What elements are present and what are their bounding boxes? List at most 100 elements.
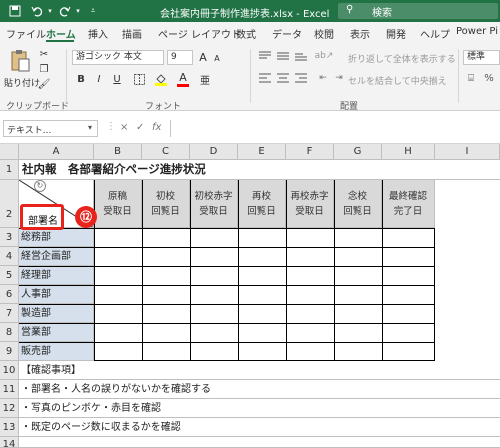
tab-home[interactable]: ホーム: [46, 26, 76, 41]
align-left-icon[interactable]: [258, 71, 272, 85]
select-all-corner[interactable]: [0, 144, 19, 160]
wrap-text-button[interactable]: 折り返して全体を表示する: [348, 52, 456, 65]
note-line[interactable]: 【確認事項】: [19, 361, 500, 380]
tab-data[interactable]: データ: [272, 26, 302, 41]
percent-icon[interactable]: %: [482, 71, 496, 85]
formula-bar: テキスト... ▾ ⋮ × ✓ fx: [0, 111, 500, 144]
tab-view[interactable]: 表示: [350, 26, 370, 41]
column-header[interactable]: C: [142, 144, 190, 160]
row-header[interactable]: 4: [0, 247, 19, 266]
underline-button[interactable]: U: [110, 71, 124, 87]
cancel-icon[interactable]: ×: [120, 122, 128, 133]
note-line[interactable]: ・既定のページ数に収まるかを確認: [19, 418, 500, 437]
align-middle-icon[interactable]: [276, 49, 290, 63]
clipboard-icon: [11, 50, 30, 72]
row-header[interactable]: 5: [0, 266, 19, 285]
textbox-text: 部署名: [28, 216, 58, 227]
row-header[interactable]: 2: [0, 180, 19, 228]
paste-button[interactable]: [6, 47, 34, 75]
align-bottom-icon[interactable]: [294, 49, 308, 63]
column-header[interactable]: H: [382, 144, 435, 160]
tab-draw[interactable]: 描画: [122, 26, 142, 41]
italic-button[interactable]: I: [92, 71, 106, 87]
formula-bar-grip-icon: ⋮: [106, 121, 116, 132]
border-icon[interactable]: [132, 71, 146, 87]
align-center-icon[interactable]: [276, 71, 290, 85]
column-header[interactable]: F: [286, 144, 334, 160]
group-divider: [66, 49, 67, 103]
insert-function-icon[interactable]: fx: [152, 122, 161, 133]
ribbon: 貼り付け ✂ ❐ 🖌 クリップボード 游ゴシック 本文 9 A A B I U …: [0, 43, 500, 112]
row-header[interactable]: 14: [0, 437, 19, 448]
sheet-title[interactable]: 社内報 各部署紹介ページ進捗状況: [19, 160, 500, 180]
font-size-select[interactable]: 9: [167, 50, 193, 65]
customize-qat-icon[interactable]: ⩡: [88, 4, 98, 18]
formula-input[interactable]: [170, 120, 500, 137]
shrink-font-button[interactable]: A: [211, 52, 223, 65]
name-box[interactable]: テキスト...: [3, 120, 98, 137]
row-header[interactable]: 8: [0, 323, 19, 342]
column-header[interactable]: E: [238, 144, 286, 160]
tab-file[interactable]: ファイル: [6, 26, 46, 41]
redo-dropdown-icon[interactable]: ▾: [74, 4, 82, 18]
column-header[interactable]: G: [334, 144, 382, 160]
group-divider: [250, 49, 251, 103]
grow-font-button[interactable]: A: [197, 50, 209, 65]
group-divider: [458, 49, 459, 103]
tab-power-pivot[interactable]: Power Pi: [456, 26, 498, 37]
tab-developer[interactable]: 開発: [386, 26, 406, 41]
tab-help[interactable]: ヘルプ: [420, 26, 450, 41]
format-painter-icon[interactable]: 🖌: [38, 78, 51, 90]
row-header[interactable]: 3: [0, 228, 19, 247]
orientation-icon[interactable]: ab↗: [315, 49, 334, 63]
textbox-highlight[interactable]: 部署名: [20, 204, 64, 230]
note-line[interactable]: ・部署名・人名の誤りがないかを確認する: [19, 380, 500, 399]
bold-button[interactable]: B: [74, 71, 88, 87]
search-box[interactable]: ⚲ 検索: [338, 3, 498, 19]
merge-center-button[interactable]: セルを結合して中央揃え: [348, 74, 447, 87]
undo-icon[interactable]: [30, 4, 44, 18]
row-header[interactable]: 7: [0, 304, 19, 323]
undo-dropdown-icon[interactable]: ▾: [46, 4, 54, 18]
phonetic-button[interactable]: 亜: [198, 71, 212, 87]
column-header[interactable]: A: [19, 144, 94, 160]
row-header[interactable]: 9: [0, 342, 19, 361]
column-header[interactable]: D: [190, 144, 238, 160]
empty-row[interactable]: [19, 437, 500, 448]
search-icon: ⚲: [346, 4, 354, 15]
font-color-button[interactable]: A: [176, 70, 190, 84]
row-header[interactable]: 1: [0, 160, 19, 180]
fill-color-icon[interactable]: [154, 71, 168, 87]
active-tab-indicator: [46, 40, 74, 42]
paste-label[interactable]: 貼り付け: [4, 76, 40, 89]
tab-formulas[interactable]: 数式: [236, 26, 256, 41]
font-name-select[interactable]: 游ゴシック 本文: [72, 50, 164, 65]
column-header[interactable]: I: [435, 144, 500, 160]
column-header[interactable]: B: [94, 144, 142, 160]
note-line[interactable]: ・写真のピンボケ・赤目を確認: [19, 399, 500, 418]
row-header[interactable]: 10: [0, 361, 19, 380]
rotate-handle-icon[interactable]: ↻: [34, 180, 46, 192]
align-right-icon[interactable]: [294, 71, 308, 85]
redo-icon[interactable]: [58, 4, 72, 18]
search-label: 検索: [372, 8, 392, 19]
tab-insert[interactable]: 挿入: [88, 26, 108, 41]
autosave-icon[interactable]: [8, 4, 22, 18]
cut-icon[interactable]: ✂: [38, 48, 50, 60]
name-box-dropdown-icon[interactable]: ▾: [88, 123, 92, 132]
row-header[interactable]: 12: [0, 399, 19, 418]
step-number-badge: ⑫: [75, 206, 97, 228]
number-format-select[interactable]: 標準: [463, 50, 500, 65]
row-header[interactable]: 6: [0, 285, 19, 304]
font-color-swatch: [177, 84, 189, 87]
copy-icon[interactable]: ❐: [38, 63, 50, 75]
align-top-icon[interactable]: [258, 49, 272, 63]
currency-icon[interactable]: ⌸: [464, 71, 478, 85]
indent-increase-icon[interactable]: ⇥: [332, 71, 346, 85]
indent-decrease-icon[interactable]: ⇤: [316, 71, 330, 85]
tab-page-layout[interactable]: ページ レイアウト: [158, 26, 241, 41]
enter-icon[interactable]: ✓: [136, 122, 144, 133]
tab-review[interactable]: 校閲: [314, 26, 334, 41]
row-header[interactable]: 11: [0, 380, 19, 399]
row-header[interactable]: 13: [0, 418, 19, 437]
